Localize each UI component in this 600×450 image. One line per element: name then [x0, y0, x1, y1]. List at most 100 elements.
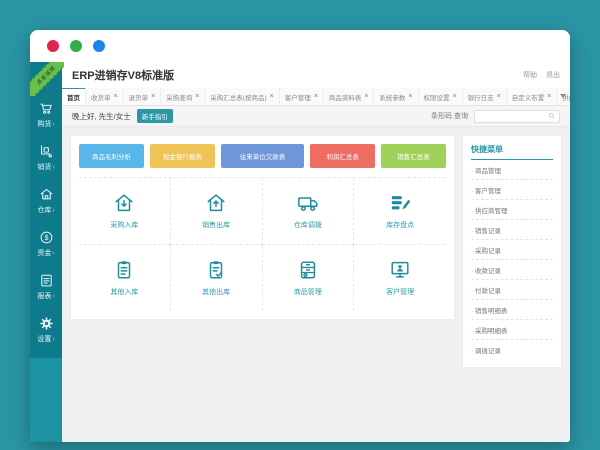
quick-report-buttons: 商品毛利分析 现金银行报表 往来单位欠款表 利润汇总表 销售汇总表: [79, 144, 446, 168]
module-card-other-out[interactable]: 其他出库: [170, 245, 263, 311]
module-card-label: 其他入库: [110, 289, 139, 296]
module-card-label: 销售出库: [202, 222, 231, 229]
trolley-icon: [39, 144, 54, 159]
home-icon: [39, 187, 54, 202]
app-header: ERP进销存V8标准版 帮助 退出: [62, 62, 570, 88]
tab-close-icon[interactable]: ×: [408, 93, 412, 100]
tabs-overflow-caret-icon[interactable]: [560, 94, 566, 98]
cart-icon: [39, 101, 54, 116]
report-icon: [39, 273, 54, 288]
chevron-right-icon: ›: [52, 163, 55, 171]
sidebar-menu: 购货 › 销货 › 仓库 › $ 资金 › 报表 › 设置 ›: [30, 62, 62, 358]
tab-purchase-summary[interactable]: 采购汇总表(按商品) ×: [205, 88, 280, 105]
report-button-profit-summary[interactable]: 利润汇总表: [310, 144, 376, 168]
inventory-pencil-icon: [391, 196, 411, 210]
clipboard-icon: [118, 261, 131, 279]
window-maximize-button[interactable]: [93, 40, 105, 52]
sidebar-item-sales[interactable]: 销货 ›: [30, 137, 62, 180]
tab-bar: 首页 收货单 × 退货单 × 采购查询 × 采购汇总表(按商品) × 客户管理 × 商品资…: [62, 88, 570, 106]
sidebar-item-purchase[interactable]: 购货 ›: [30, 94, 62, 137]
quick-menu-item-customers[interactable]: 客户管理: [471, 180, 553, 200]
chevron-right-icon: ›: [52, 335, 55, 343]
tab-return-order[interactable]: 退货单 ×: [123, 88, 162, 105]
dollar-icon: $: [39, 230, 54, 245]
tab-receipt-order[interactable]: 收货单 ×: [86, 88, 124, 105]
report-button-sales-summary[interactable]: 销售汇总表: [381, 144, 446, 168]
tab-system-params[interactable]: 系统参数 ×: [374, 88, 419, 105]
tab-customer-mgmt[interactable]: 客户管理 ×: [279, 88, 324, 105]
truck-icon: [297, 197, 318, 211]
quick-menu-item-purchase-records[interactable]: 采购记录: [471, 240, 553, 260]
main-area: 商品毛利分析 现金银行报表 往来单位欠款表 利润汇总表 销售汇总表 采购入库 销…: [62, 127, 570, 442]
tab-close-icon[interactable]: ×: [497, 93, 501, 100]
window-close-button[interactable]: [47, 40, 59, 52]
sidebar-item-label: 仓库: [37, 207, 52, 214]
tab-product-data[interactable]: 商品资料表 ×: [323, 88, 375, 105]
tab-custom-layout[interactable]: 自定义布置 ×: [506, 88, 558, 105]
module-card-purchase-in[interactable]: 采购入库: [79, 178, 171, 245]
module-card-label: 库存盘点: [386, 222, 415, 229]
sidebar-item-settings[interactable]: 设置 ›: [30, 309, 62, 352]
quick-menu-item-suppliers[interactable]: 供应商管理: [471, 200, 553, 220]
tab-close-icon[interactable]: ×: [364, 93, 368, 100]
sidebar-item-funds[interactable]: $ 资金 ›: [30, 223, 62, 266]
quick-menu-item-sales-records[interactable]: 销售记录: [471, 220, 553, 240]
quick-menu-item-products[interactable]: 商品管理: [471, 160, 553, 180]
quick-menu-title: 快捷菜单: [471, 141, 553, 160]
greeting-text: 晚上好, 先生/女士: [72, 111, 131, 121]
window-minimize-button[interactable]: [70, 40, 82, 52]
svg-text:$: $: [44, 235, 48, 242]
guide-button[interactable]: 新手指引: [136, 109, 173, 123]
quick-menu-item-payments[interactable]: 付款记录: [471, 280, 553, 300]
search-box: [474, 109, 560, 123]
sidebar-item-label: 销货: [37, 164, 52, 171]
module-card-product-mgmt[interactable]: 商品管理: [262, 245, 355, 311]
sidebar-item-label: 资金: [37, 250, 52, 257]
quick-menu-panel: 快捷菜单 商品管理 客户管理 供应商管理 销售记录 采购记录 收款记录 付款记录…: [462, 135, 562, 368]
chevron-right-icon: ›: [52, 120, 55, 128]
trial-ribbon-container: 点击试用: [30, 62, 64, 96]
house-arrow-in-icon: [115, 194, 133, 212]
tab-close-icon[interactable]: ×: [195, 93, 199, 100]
tab-close-icon[interactable]: ×: [151, 93, 155, 100]
sidebar-item-label: 报表: [37, 293, 52, 300]
content-column: ERP进销存V8标准版 帮助 退出 首页 收货单 × 退货单 × 采购查询 × 采购汇…: [62, 62, 570, 442]
logout-link[interactable]: 退出: [546, 70, 560, 80]
tab-close-icon[interactable]: ×: [547, 93, 551, 100]
quick-menu-item-receipts[interactable]: 收款记录: [471, 260, 553, 280]
tab-purchase-query[interactable]: 采购查询 ×: [161, 88, 206, 105]
trial-ribbon[interactable]: 点击试用: [30, 62, 64, 96]
module-card-customer-mgmt[interactable]: 客户管理: [354, 245, 446, 311]
module-grid: 采购入库 销售出库 仓库调拨 库存盘点 其他入库 其他出库 商品管理 客户管理: [79, 177, 446, 311]
module-card-stocktake[interactable]: 库存盘点: [354, 178, 446, 245]
tab-close-icon[interactable]: ×: [270, 93, 274, 100]
monitor-user-icon: [391, 261, 409, 278]
tab-close-icon[interactable]: ×: [114, 93, 118, 100]
tab-bank-log[interactable]: 银行日志 ×: [462, 88, 507, 105]
app-window: 点击试用 购货 › 销货 › 仓库 › $ 资金 › 报表 › 设置 › ERP…: [30, 30, 570, 442]
module-card-transfer[interactable]: 仓库调拨: [262, 178, 355, 245]
module-card-label: 其他出库: [202, 289, 231, 296]
quick-menu-item-transfer-records[interactable]: 调拨记录: [471, 340, 553, 359]
sidebar-item-reports[interactable]: 报表 ›: [30, 266, 62, 309]
dashboard-panel: 商品毛利分析 现金银行报表 往来单位欠款表 利润汇总表 销售汇总表 采购入库 销…: [70, 135, 455, 320]
report-button-gross-profit[interactable]: 商品毛利分析: [79, 144, 144, 168]
tab-home[interactable]: 首页: [62, 88, 86, 105]
quick-menu-item-sales-detail[interactable]: 销售明细表: [471, 300, 553, 320]
tab-permissions[interactable]: 权限设置 ×: [418, 88, 463, 105]
search-icon: [549, 113, 555, 119]
quick-menu-item-purchase-detail[interactable]: 采购明细表: [471, 320, 553, 340]
chevron-right-icon: ›: [52, 206, 55, 214]
search-input[interactable]: [478, 111, 548, 121]
chevron-right-icon: ›: [52, 249, 55, 257]
report-button-arrears[interactable]: 往来单位欠款表: [220, 144, 305, 168]
help-link[interactable]: 帮助: [523, 70, 537, 80]
sidebar-item-warehouse[interactable]: 仓库 ›: [30, 180, 62, 223]
module-card-sales-out[interactable]: 销售出库: [170, 178, 263, 245]
report-button-cash-bank[interactable]: 现金银行报表: [149, 144, 215, 168]
tab-close-icon[interactable]: ×: [453, 93, 457, 100]
tab-close-icon[interactable]: ×: [314, 93, 318, 100]
module-card-other-in[interactable]: 其他入库: [79, 245, 171, 311]
module-card-label: 商品管理: [293, 289, 322, 296]
house-arrow-out-icon: [207, 194, 225, 212]
